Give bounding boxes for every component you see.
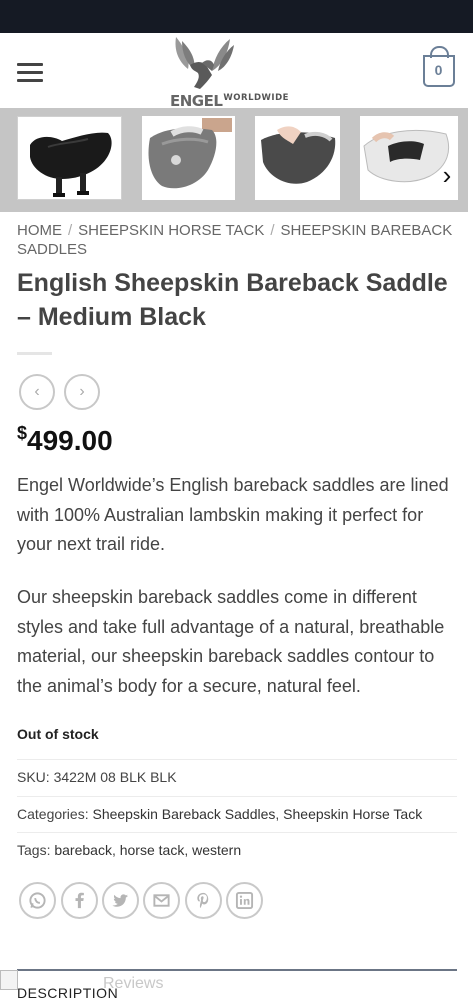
product-price: $499.00 (17, 423, 113, 457)
email-icon (153, 894, 170, 907)
categories-label: Categories: (17, 806, 89, 822)
cart-count: 0 (434, 62, 443, 78)
product-title: English Sheepskin Bareback Saddle – Medi… (17, 269, 448, 331)
share-linkedin-button[interactable] (226, 882, 263, 919)
tabs-divider (17, 969, 457, 971)
share-email-button[interactable] (143, 882, 180, 919)
breadcrumb: HOME / SHEEPSKIN HORSE TACK / SHEEPSKIN BARE… (17, 222, 453, 258)
saddle-on-person-icon (148, 118, 232, 189)
tag-link-western[interactable]: western (192, 842, 241, 858)
tag-link-bareback[interactable]: bareback (54, 842, 112, 858)
title-divider (17, 352, 52, 355)
hamburger-menu-button[interactable] (17, 63, 45, 83)
site-header: ENGELWORLDWIDE 0 (0, 33, 473, 111)
breadcrumb-home[interactable]: HOME (17, 222, 62, 239)
breadcrumb-sheepskin-horse-tack[interactable]: SHEEPSKIN HORSE TACK (78, 222, 264, 239)
saddle-black-icon (30, 132, 112, 197)
prev-product-button[interactable]: ‹ (19, 374, 55, 410)
facebook-icon (75, 892, 84, 909)
share-whatsapp-button[interactable] (19, 882, 56, 919)
tag-link-horse-tack[interactable]: horse tack (120, 842, 185, 858)
sku-value: 3422M 08 BLK BLK (53, 769, 177, 785)
cart-button[interactable]: 0 (423, 46, 455, 87)
tags-row: Tags: bareback, horse tack, western (17, 832, 457, 869)
gallery-thumb-1[interactable] (7, 108, 132, 212)
pinterest-icon (197, 892, 209, 908)
product-gallery[interactable]: › (0, 108, 473, 212)
categories-row: Categories: Sheepskin Bareback Saddles, … (17, 796, 457, 833)
gallery-next-button[interactable]: › (437, 160, 457, 190)
share-facebook-button[interactable] (61, 882, 98, 919)
gallery-thumb-2[interactable] (132, 108, 245, 212)
share-pinterest-button[interactable] (185, 882, 222, 919)
twitter-icon (112, 894, 129, 907)
engel-logo[interactable]: ENGELWORLDWIDE (168, 35, 308, 110)
broken-image-icon (0, 970, 18, 990)
saddle-handled-icon (261, 126, 336, 184)
stock-status: Out of stock (17, 726, 99, 742)
category-link-horse-tack[interactable]: Sheepskin Horse Tack (283, 806, 422, 822)
sku-label: SKU: (17, 769, 50, 785)
chevron-left-icon: ‹ (34, 383, 40, 400)
next-product-button[interactable]: › (64, 374, 100, 410)
pegasus-logo-icon (175, 37, 234, 89)
currency-symbol: $ (17, 423, 28, 443)
gallery-thumb-3[interactable] (245, 108, 350, 212)
chevron-right-icon: › (79, 383, 85, 400)
product-description-2: Our sheepskin bareback saddles come in d… (17, 587, 445, 696)
price-amount: 499.00 (27, 425, 113, 456)
status-bar (0, 0, 473, 33)
whatsapp-icon (29, 892, 46, 909)
share-twitter-button[interactable] (102, 882, 139, 919)
sku-row: SKU: 3422M 08 BLK BLK (17, 759, 457, 796)
linkedin-icon (235, 891, 254, 910)
tags-label: Tags: (17, 842, 51, 858)
product-description-1: Engel Worldwide’s English bareback saddl… (17, 475, 449, 554)
tab-description[interactable]: DESCRIPTION (17, 985, 118, 1000)
category-link-bareback-saddles[interactable]: Sheepskin Bareback Saddles (92, 806, 275, 822)
